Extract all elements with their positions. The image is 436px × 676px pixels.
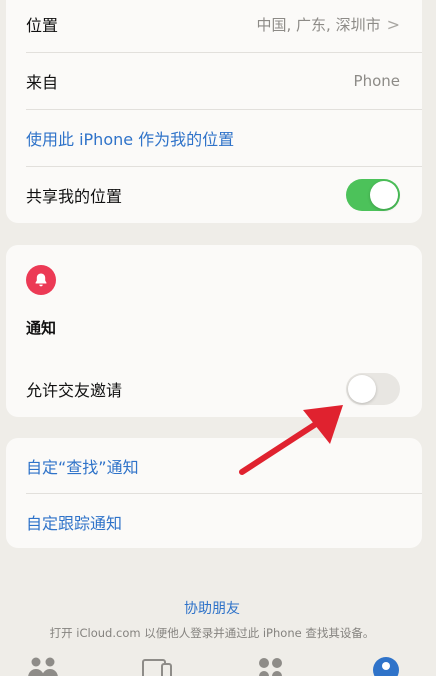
custom-notifications-card: 自定“查找”通知 自定跟踪通知 — [6, 438, 422, 548]
from-value: Phone — [353, 72, 400, 90]
tab-bar — [0, 652, 436, 676]
notifications-title: 通知 — [26, 319, 57, 337]
location-card: 位置 中国, 广东, 深圳市 > 来自 Phone 使用此 iPhone 作为我… — [6, 0, 422, 223]
toggle-knob — [370, 181, 398, 209]
custom-tracking-notifications-button[interactable]: 自定跟踪通知 — [6, 494, 422, 548]
help-friend-link[interactable]: 协助朋友 — [0, 598, 424, 618]
from-label: 来自 — [26, 73, 59, 92]
bell-icon — [26, 265, 56, 295]
me-icon[interactable] — [372, 656, 400, 676]
custom-find-notifications-label: 自定“查找”通知 — [26, 458, 139, 477]
toggle-knob — [348, 375, 376, 403]
items-icon[interactable] — [256, 656, 286, 676]
devices-icon[interactable] — [140, 656, 174, 676]
location-value: 中国, 广东, 深圳市 — [256, 15, 381, 34]
custom-tracking-notifications-label: 自定跟踪通知 — [26, 514, 123, 533]
help-friend-description: 打开 iCloud.com 以便他人登录并通过此 iPhone 查找其设备。 — [49, 626, 375, 640]
chevron-right-icon: > — [386, 14, 400, 34]
people-icon[interactable] — [26, 656, 60, 676]
location-label: 位置 — [26, 16, 59, 35]
notifications-card: 通知 允许交友邀请 — [6, 245, 422, 417]
share-location-row: 共享我的位置 — [6, 167, 422, 223]
share-location-toggle[interactable] — [346, 179, 400, 211]
share-location-label: 共享我的位置 — [26, 187, 123, 206]
allow-friend-invites-row: 允许交友邀请 — [6, 361, 422, 417]
allow-friend-invites-label: 允许交友邀请 — [26, 381, 123, 400]
allow-friend-invites-toggle[interactable] — [346, 373, 400, 405]
location-row[interactable]: 位置 中国, 广东, 深圳市 > — [6, 0, 422, 52]
use-this-iphone-button[interactable]: 使用此 iPhone 作为我的位置 — [6, 110, 422, 166]
from-row: 来自 Phone — [6, 53, 422, 109]
use-this-iphone-label: 使用此 iPhone 作为我的位置 — [26, 130, 235, 149]
custom-find-notifications-button[interactable]: 自定“查找”通知 — [6, 438, 422, 494]
